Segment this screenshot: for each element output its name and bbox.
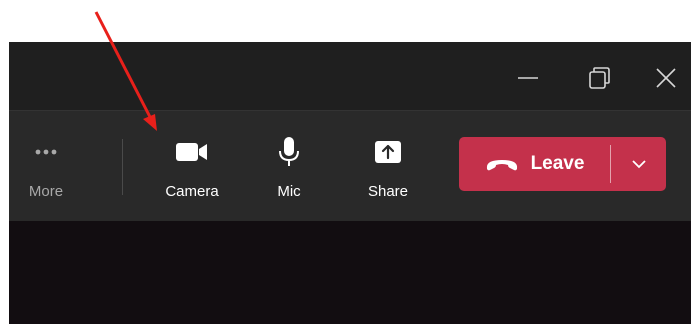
more-label: More xyxy=(28,183,64,200)
camera-button[interactable]: Camera xyxy=(157,111,227,221)
title-bar xyxy=(9,42,691,110)
meeting-toolbar: More Camera Mic Share Leave xyxy=(9,110,691,221)
share-button[interactable]: Share xyxy=(362,111,414,221)
mic-label: Mic xyxy=(277,183,301,200)
close-icon xyxy=(656,68,676,88)
share-screen-icon xyxy=(373,137,403,167)
minimize-icon xyxy=(518,77,538,79)
video-camera-icon xyxy=(174,137,210,167)
more-button[interactable]: More xyxy=(26,111,66,221)
chevron-down-icon xyxy=(631,160,646,169)
restore-icon xyxy=(589,67,610,89)
video-stage xyxy=(9,221,691,324)
share-label: Share xyxy=(367,183,409,200)
close-button[interactable] xyxy=(650,62,682,94)
leave-options-button[interactable] xyxy=(611,137,666,191)
leave-button[interactable]: Leave xyxy=(459,137,610,191)
restore-button[interactable] xyxy=(583,62,615,94)
camera-label: Camera xyxy=(165,183,219,200)
minimize-button[interactable] xyxy=(512,62,544,94)
more-dots-icon xyxy=(31,137,61,167)
meeting-window: More Camera Mic Share Leave xyxy=(9,42,691,324)
leave-button-group: Leave xyxy=(459,137,666,191)
toolbar-divider xyxy=(122,139,123,195)
mic-button[interactable]: Mic xyxy=(271,111,307,221)
microphone-icon xyxy=(276,137,302,167)
leave-label: Leave xyxy=(530,153,585,174)
hang-up-phone-icon xyxy=(486,160,517,171)
